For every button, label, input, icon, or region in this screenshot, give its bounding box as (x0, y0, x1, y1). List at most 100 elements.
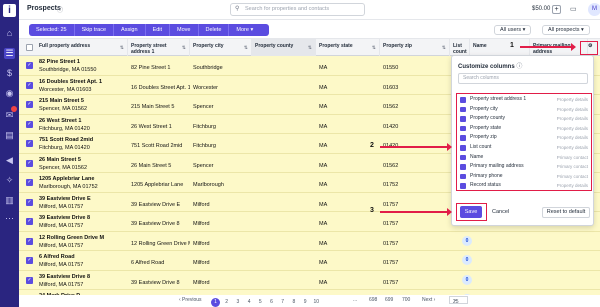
full-address-cell[interactable]: 16 Doubles Street Apt. 1 Worcester, MA 01… (36, 76, 128, 95)
avatar[interactable]: M (588, 3, 600, 16)
annotation-1: 1 (510, 42, 514, 49)
column-option[interactable]: Property city Property details (460, 105, 590, 115)
assign-button[interactable]: Assign (114, 24, 146, 36)
column-option[interactable]: Property street address 1 Property detail… (460, 95, 590, 105)
page-2[interactable]: 2 (222, 298, 231, 307)
tasks-icon[interactable]: ▤ (4, 130, 15, 141)
edit-button[interactable]: Edit (146, 24, 171, 36)
users-filter[interactable]: All users ▾ (494, 25, 532, 35)
full-address-cell[interactable]: 1205 Applebriar Lane Marlborough, MA 0175… (36, 173, 128, 192)
prev-page-button[interactable]: ‹ Previous (179, 297, 202, 303)
app-logo[interactable]: i (3, 4, 16, 17)
row-checkbox[interactable]: ✓ (26, 101, 33, 108)
table-row[interactable]: ✓ 6 Alfred Road Milford, MA 01757 6 Alfred … (19, 251, 600, 271)
reset-default-button[interactable]: Reset to default (542, 207, 590, 218)
page-5[interactable]: 5 (256, 298, 265, 307)
info-icon[interactable]: ⓘ (57, 5, 63, 14)
chart-icon[interactable]: ▥ (4, 195, 15, 206)
more-button[interactable]: More ▾ (229, 24, 260, 36)
full-address-cell[interactable]: 12 Rolling Green Drive M Milford, MA 0175… (36, 232, 128, 251)
row-checkbox[interactable]: ✓ (26, 62, 33, 69)
col-list-count[interactable]: List count (450, 39, 470, 56)
full-address-cell[interactable]: 39 Eastview Drive 8 Milford, MA 01757 (36, 271, 128, 290)
column-checkbox[interactable] (460, 135, 466, 141)
chat-icon[interactable]: ▭ (570, 5, 577, 13)
column-checkbox[interactable] (460, 183, 466, 189)
column-option-label: Primary phone (470, 172, 503, 179)
select-all-checkbox[interactable] (26, 44, 33, 51)
page-8[interactable]: 8 (289, 298, 298, 307)
full-address-cell[interactable]: 215 Main Street 5 Spencer, MA 01562 (36, 95, 128, 114)
row-checkbox[interactable]: ✓ (26, 179, 33, 186)
prospects-icon[interactable]: ☰ (4, 48, 15, 59)
full-address-cell[interactable]: 26 Main Street 5 Spencer, MA 01562 (36, 154, 128, 173)
prospects-filter[interactable]: All prospects ▾ (542, 25, 590, 35)
page-6[interactable]: 6 (267, 298, 276, 307)
column-checkbox[interactable] (460, 173, 466, 180)
col-full-address[interactable]: Full property address ⇅ (36, 39, 128, 56)
column-checkbox[interactable] (460, 97, 466, 103)
column-option[interactable]: Name Primary contact (460, 153, 590, 163)
column-checkbox[interactable] (460, 164, 466, 170)
row-checkbox[interactable]: ✓ (26, 198, 33, 206)
full-address-cell[interactable]: 39 Eastview Drive E Milford, MA 01757 (36, 193, 128, 212)
network-icon[interactable]: ✧ (4, 175, 15, 186)
page-9[interactable]: 9 (301, 298, 310, 307)
page-3[interactable]: 3 (233, 298, 242, 307)
home-icon[interactable]: ⌂ (4, 28, 15, 39)
column-option[interactable]: Property zip Property details (460, 133, 590, 143)
column-option[interactable]: Property county Property details (460, 114, 590, 124)
save-button[interactable]: Save (460, 206, 482, 218)
row-checkbox[interactable]: ✓ (26, 237, 33, 245)
skip-trace-button[interactable]: Skip trace (75, 24, 115, 36)
column-checkbox[interactable] (460, 154, 466, 161)
per-page-select[interactable]: 25 ⌄ (449, 296, 469, 305)
page-10[interactable]: 10 (312, 298, 321, 307)
full-address-cell[interactable]: 82 Pine Street 1 Southbridge, MA 01550 (36, 56, 128, 75)
search-input[interactable]: ⚲ Search for properties and contacts (230, 3, 365, 16)
page-698[interactable]: 698 (369, 297, 377, 303)
dollar-icon[interactable]: $ (4, 68, 15, 79)
delete-button[interactable]: Delete (199, 24, 230, 36)
full-address-cell[interactable]: 39 Eastview Drive 8 Milford, MA 01757 (36, 212, 128, 231)
megaphone-icon[interactable]: ◀ (4, 155, 15, 166)
move-button[interactable]: Move (170, 24, 199, 36)
column-search-input[interactable]: Search columns (458, 73, 588, 84)
full-address-cell[interactable]: 751 Scott Road 2mid Fitchburg, MA 01420 (36, 134, 128, 153)
column-option[interactable]: Primary phone Primary contact (460, 172, 590, 182)
cancel-button[interactable]: Cancel (492, 209, 509, 215)
page-7[interactable]: 7 (278, 298, 287, 307)
column-checkbox[interactable] (460, 125, 466, 132)
row-checkbox[interactable]: ✓ (26, 276, 33, 284)
more-icon[interactable]: ⋯ (4, 213, 15, 224)
column-option[interactable]: Primary mailing address Primary contact (460, 162, 590, 172)
page-699[interactable]: 699 (385, 297, 393, 303)
col-city[interactable]: Property city ⇅ (190, 39, 252, 56)
page-4[interactable]: 4 (245, 298, 254, 307)
page-1[interactable]: 1 (211, 298, 220, 307)
col-county[interactable]: Property county ⇅ (252, 39, 316, 56)
next-page-button[interactable]: Next › (422, 297, 435, 303)
row-checkbox[interactable]: ✓ (26, 81, 33, 89)
add-funds-icon[interactable]: + (552, 5, 561, 14)
table-row[interactable]: ✓ 39 Eastview Drive 8 Milford, MA 01757 39 … (19, 270, 600, 290)
col-zip[interactable]: Property zip ⇅ (380, 39, 450, 56)
column-checkbox[interactable] (460, 145, 466, 151)
user-icon[interactable]: ◉ (4, 88, 15, 99)
full-address-cell[interactable]: 26 West Street 1 Fitchburg, MA 01420 (36, 115, 128, 134)
full-address-cell[interactable]: 6 Alfred Road Milford, MA 01757 (36, 251, 128, 270)
column-option[interactable]: Property state Property details (460, 124, 590, 134)
row-checkbox[interactable]: ✓ (26, 140, 33, 147)
row-checkbox[interactable]: ✓ (26, 218, 33, 225)
column-option[interactable]: List count Property details (460, 143, 590, 153)
page-700[interactable]: 700 (402, 297, 410, 303)
row-checkbox[interactable]: ✓ (26, 120, 33, 128)
column-option[interactable]: Record status Property details (460, 181, 590, 191)
col-street[interactable]: Property street address 1 ⇅ (128, 39, 190, 56)
table-row[interactable]: ✓ 12 Rolling Green Drive M Milford, MA 017… (19, 231, 600, 251)
col-state[interactable]: Property state ⇅ (316, 39, 380, 56)
column-checkbox[interactable] (460, 116, 466, 122)
row-checkbox[interactable]: ✓ (26, 257, 33, 264)
column-checkbox[interactable] (460, 106, 466, 113)
row-checkbox[interactable]: ✓ (26, 159, 33, 167)
